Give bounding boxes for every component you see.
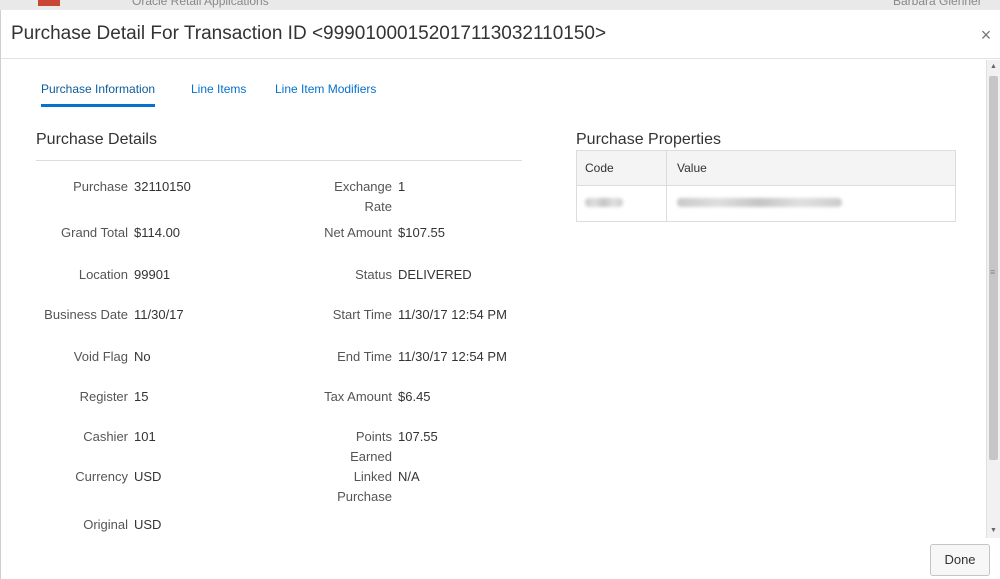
field-label-exchange-rate-line2: Rate: [364, 199, 392, 214]
field-label-exchange-rate-line1: Exchange: [334, 179, 392, 194]
field-label-start-time: Start Time: [332, 307, 392, 322]
purchase-properties-heading: Purchase Properties: [576, 131, 721, 148]
field-value-status: DELIVERED: [398, 267, 472, 282]
vertical-scrollbar[interactable]: ▲ ≡ ▼: [986, 60, 1000, 538]
field-value-points-earned: 107.55: [398, 429, 438, 444]
dialog-content: Purchase Information Line Items Line Ite…: [11, 60, 986, 538]
field-value-end-time: 11/30/17 12:54 PM: [398, 349, 507, 364]
scroll-down-arrow-icon[interactable]: ▼: [987, 524, 1000, 538]
field-label-void-flag: Void Flag: [73, 349, 128, 364]
oracle-logo: [38, 0, 60, 6]
field-label-location: Location: [78, 267, 128, 282]
purchase-detail-dialog: Purchase Detail For Transaction ID <9990…: [0, 10, 1000, 579]
field-label-register: Register: [79, 389, 128, 404]
field-value-business-date: 11/30/17: [134, 307, 184, 322]
background-user-name: Barbara Glenner: [893, 0, 982, 8]
tab-line-items[interactable]: Line Items: [191, 82, 246, 104]
tab-line-item-modifiers[interactable]: Line Item Modifiers: [275, 82, 376, 104]
field-value-tax-amount: $6.45: [398, 389, 431, 404]
purchase-properties-table: Code Value: [576, 150, 956, 222]
close-icon[interactable]: ×: [977, 26, 995, 44]
column-divider: [666, 151, 667, 221]
field-value-linked-purchase: N/A: [398, 469, 420, 484]
field-value-void-flag: No: [134, 349, 151, 364]
field-label-purchase: Purchase: [73, 179, 128, 194]
field-label-exchange-rate: Exchange Rate: [261, 177, 392, 217]
column-header-value[interactable]: Value: [677, 161, 707, 175]
field-label-linked-purchase-line2: Purchase: [337, 489, 392, 504]
field-label-cashier: Cashier: [83, 429, 128, 444]
field-label-status: Status: [355, 267, 392, 282]
scroll-up-arrow-icon[interactable]: ▲: [987, 60, 1000, 74]
done-button[interactable]: Done: [930, 544, 990, 576]
field-value-start-time: 11/30/17 12:54 PM: [398, 307, 507, 322]
field-value-register: 15: [134, 389, 149, 404]
scrollbar-thumb[interactable]: ≡: [989, 76, 998, 460]
field-value-location: 99901: [134, 267, 171, 282]
field-label-business-date: Business Date: [44, 307, 128, 322]
table-header-row: Code Value: [577, 151, 955, 186]
field-label-currency: Currency: [75, 469, 128, 484]
field-label-points-earned-line2: Earned: [350, 449, 392, 464]
purchase-details-heading: Purchase Details: [36, 131, 157, 148]
grip-icon: ≡: [990, 267, 996, 277]
field-label-end-time: End Time: [337, 349, 392, 364]
background-app-title: Oracle Retail Applications: [132, 0, 269, 8]
dialog-title: Purchase Detail For Transaction ID <9990…: [11, 23, 607, 44]
field-value-original: USD: [134, 517, 162, 532]
field-label-points-earned: Points Earned: [261, 427, 392, 467]
section-divider: [36, 160, 522, 161]
field-label-grand-total: Grand Total: [61, 225, 128, 240]
field-label-net-amount: Net Amount: [324, 225, 392, 240]
field-label-original: Original: [83, 517, 128, 532]
dialog-header: Purchase Detail For Transaction ID <9990…: [1, 10, 1000, 59]
field-value-exchange-rate: 1: [398, 179, 406, 194]
blurred-value-cell: [677, 198, 842, 207]
blurred-code-cell: [585, 198, 623, 207]
field-label-tax-amount: Tax Amount: [324, 389, 392, 404]
field-label-points-earned-line1: Points: [355, 429, 392, 444]
field-value-cashier: 101: [134, 429, 156, 444]
field-value-net-amount: $107.55: [398, 225, 445, 240]
field-label-linked-purchase: Linked Purchase: [261, 467, 392, 507]
column-header-code[interactable]: Code: [585, 161, 614, 175]
field-value-currency: USD: [134, 469, 162, 484]
field-label-linked-purchase-line1: Linked: [353, 469, 392, 484]
field-value-grand-total: $114.00: [134, 225, 181, 240]
tab-purchase-information[interactable]: Purchase Information: [41, 82, 156, 107]
field-value-purchase: 32110150: [134, 179, 191, 194]
